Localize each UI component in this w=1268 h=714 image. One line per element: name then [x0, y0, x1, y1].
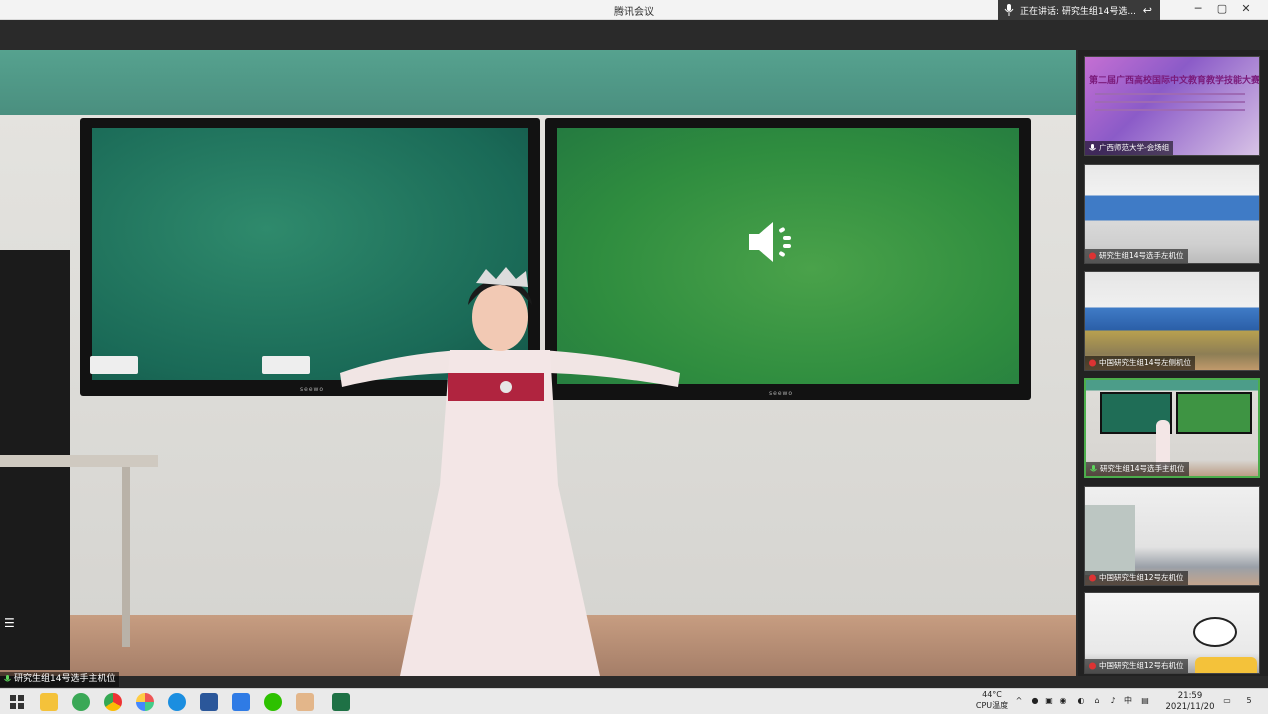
taskbar: 44°C CPU温度 ^ ● ▣ ◉ ◐ ⌂ ♪ 中 ▤ 21:59 2021/11… — [0, 688, 1268, 714]
mic-muted-icon — [1089, 252, 1096, 260]
participant-label: 中国研究生组12号左机位 — [1085, 571, 1188, 585]
mic-icon — [1089, 144, 1096, 151]
main-video-label: 研究生组14号选手主机位 — [0, 672, 120, 687]
speaking-text: 正在讲话: 研究生组14号选... — [1020, 6, 1136, 17]
cpu-temp[interactable]: 44°C CPU温度 — [972, 689, 1012, 711]
file-explorer-icon[interactable] — [40, 693, 58, 711]
participant-tile-active[interactable]: 研究生组14号选手主机位 — [1084, 378, 1260, 478]
excel-icon[interactable] — [332, 693, 350, 711]
mic-icon — [1004, 4, 1014, 16]
maximize-button[interactable]: ▢ — [1212, 2, 1232, 15]
participant-label: 中国研究生组14号左侧机位 — [1085, 356, 1196, 370]
notification-icon[interactable]: ▭ — [1222, 695, 1232, 706]
tray-icon[interactable]: ◉ — [1058, 695, 1068, 706]
mic-active-icon — [1090, 465, 1097, 472]
table-leg — [122, 467, 130, 647]
mic-muted-icon — [1089, 359, 1096, 367]
tray-icon[interactable]: ● — [1030, 695, 1040, 706]
wall-band — [0, 50, 1076, 115]
wechat-icon[interactable] — [264, 693, 282, 711]
close-button[interactable]: ✕ — [1236, 2, 1256, 15]
volume-icon[interactable]: ♪ — [1108, 695, 1118, 706]
table — [0, 455, 158, 467]
participant-label: 研究生组14号选手主机位 — [1086, 462, 1189, 476]
banner-title: 第二届广西高校国际中文教育教学技能大赛 — [1089, 76, 1260, 86]
tray-chevron-icon[interactable]: ^ — [1014, 695, 1024, 706]
board-toolbar-left — [90, 356, 138, 374]
participant-label: 中国研究生组12号右机位 — [1085, 659, 1188, 673]
dancer — [340, 267, 680, 676]
participant-tile[interactable]: 中国研究生组14号左侧机位 — [1084, 271, 1260, 371]
edge-icon[interactable] — [168, 693, 186, 711]
windows-start-icon[interactable] — [8, 693, 26, 711]
participant-label: 研究生组14号选手左机位 — [1085, 249, 1188, 263]
minimize-button[interactable]: ─ — [1188, 2, 1208, 15]
list-icon[interactable]: ☰ — [4, 616, 15, 630]
participant-tile[interactable]: 第二届广西高校国际中文教育教学技能大赛 广西师范大学-会场组 — [1084, 56, 1260, 156]
network-icon[interactable]: ⌂ — [1092, 695, 1102, 706]
tray-icon[interactable]: ◐ — [1076, 695, 1086, 706]
participant-label: 广西师范大学-会场组 — [1085, 141, 1174, 155]
tencent-meeting-icon[interactable] — [232, 693, 250, 711]
participant-tile[interactable]: 研究生组14号选手左机位 — [1084, 164, 1260, 264]
speaking-indicator[interactable]: 正在讲话: 研究生组14号选... ↩ — [998, 0, 1160, 20]
mic-muted-icon — [1089, 574, 1096, 582]
tray-icon[interactable]: ▣ — [1044, 695, 1054, 706]
mic-active-icon — [4, 675, 11, 682]
notification-count[interactable]: 5 — [1242, 695, 1256, 706]
main-video[interactable]: seewo seewo ☰ — [0, 50, 1076, 676]
participant-tile[interactable]: 中国研究生组12号左机位 — [1084, 486, 1260, 586]
app-icon[interactable] — [296, 693, 314, 711]
return-icon[interactable]: ↩ — [1143, 4, 1152, 17]
chrome-icon[interactable] — [104, 693, 122, 711]
brand-label: seewo — [769, 390, 794, 397]
clock[interactable]: 21:59 2021/11/20 — [1160, 691, 1220, 713]
word-icon[interactable] — [200, 693, 218, 711]
photos-icon[interactable] — [136, 693, 154, 711]
meeting-stage: seewo seewo ☰ 研究生组14号选手主机位 第二届广西高校国际中文教育… — [0, 20, 1268, 688]
participant-list: 第二届广西高校国际中文教育教学技能大赛 广西师范大学-会场组 研究生组14号选手… — [1078, 50, 1268, 676]
speaker-icon — [749, 222, 791, 262]
participant-tile[interactable]: 中国研究生组12号右机位 — [1084, 592, 1260, 674]
ime-indicator[interactable]: 中 — [1122, 695, 1134, 706]
mic-muted-icon — [1089, 662, 1096, 670]
browser-icon[interactable] — [72, 693, 90, 711]
main-video-name: 研究生组14号选手主机位 — [14, 674, 116, 684]
tray-icon[interactable]: ▤ — [1140, 695, 1150, 706]
